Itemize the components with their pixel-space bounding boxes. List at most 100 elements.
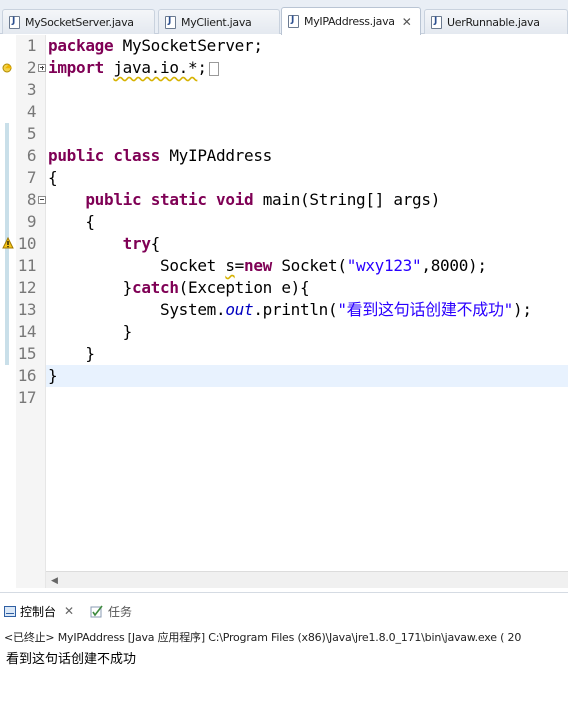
code-line[interactable] (46, 123, 568, 145)
java-file-icon (9, 15, 20, 29)
console-icon (4, 605, 16, 617)
code-line[interactable]: import java.io.*; (46, 57, 568, 79)
scroll-left-icon[interactable]: ◀ (51, 576, 58, 586)
code-token: ); (513, 300, 532, 319)
line-number: 6 (26, 146, 37, 165)
code-token: .println( (253, 300, 338, 319)
code-line[interactable]: Socket s=new Socket("wxy123",8000); (46, 255, 568, 277)
tab-tasks[interactable]: 任务 (90, 600, 132, 622)
line-number: 15 (17, 344, 37, 363)
line-number: 12 (17, 278, 37, 297)
keyword-token: class (113, 146, 161, 165)
code-line[interactable]: { (46, 211, 568, 233)
warning-lightbulb-icon[interactable] (2, 63, 14, 75)
line-number: 16 (17, 366, 37, 385)
code-line[interactable]: } (46, 365, 568, 387)
tab-label: 控制台 (20, 604, 57, 619)
code-token: MyIPAddress (160, 146, 273, 165)
keyword-token: new (244, 256, 273, 275)
code-line[interactable]: public static void main(String[] args) (46, 189, 568, 211)
code-line[interactable]: package MySocketServer; (46, 35, 568, 57)
code-token: { (150, 234, 161, 253)
line-number: 5 (26, 124, 37, 143)
line-number: 2 (26, 58, 37, 77)
code-token: System. (48, 300, 226, 319)
tab-uerrunnable-java[interactable]: UerRunnable.java (424, 9, 568, 34)
code-line[interactable]: }catch(Exception e){ (46, 277, 568, 299)
code-line[interactable]: public class MyIPAddress (46, 145, 568, 167)
java-file-icon (431, 15, 442, 29)
keyword-token: try (122, 234, 151, 253)
code-token: } (48, 366, 58, 385)
code-line[interactable]: } (46, 343, 568, 365)
code-token: (Exception e){ (178, 278, 310, 297)
code-token: Socket( (272, 256, 347, 275)
code-line[interactable]: System.out.println("看到这句话创建不成功"); (46, 299, 568, 321)
code-line[interactable]: try{ (46, 233, 568, 255)
line-number: 10 (17, 234, 37, 253)
code-token: { (48, 168, 58, 187)
folded-code-marker[interactable] (208, 61, 219, 76)
tab-console[interactable]: 控制台 ✕ (4, 600, 74, 622)
line-number-gutter: 1 2 3 4 5 6 7 8 9 10 11 12 13 14 15 16 17 (16, 35, 46, 588)
keyword-token: void (216, 190, 254, 209)
java-file-icon (165, 15, 176, 29)
code-line[interactable] (46, 101, 568, 123)
editor-tab-bar: MySocketServer.java MyClient.java MyIPAd… (0, 0, 568, 35)
collapse-fold-icon[interactable] (38, 196, 46, 204)
tab-label: 任务 (108, 604, 133, 619)
keyword-token: catch (132, 278, 179, 297)
code-token: } (48, 278, 133, 297)
code-token: Socket (48, 256, 226, 275)
string-token: "wxy123" (346, 256, 422, 275)
code-area[interactable]: package MySocketServer; import java.io.*;… (46, 35, 568, 565)
code-token: MySocketServer; (113, 36, 263, 55)
close-icon[interactable]: ✕ (64, 604, 74, 618)
code-token: s (225, 256, 235, 275)
code-line[interactable] (46, 79, 568, 101)
keyword-token: import (48, 58, 104, 77)
code-token: = (234, 256, 245, 275)
keyword-token: static (150, 190, 207, 209)
horizontal-scrollbar[interactable]: ◀ (46, 571, 568, 588)
code-token: java.io.* (113, 58, 198, 77)
tab-myclient-java[interactable]: MyClient.java (158, 9, 280, 34)
field-token: out (225, 300, 254, 319)
line-number: 1 (26, 36, 37, 55)
code-token: } (48, 344, 95, 363)
code-token: ; (197, 58, 207, 77)
tab-mysocketserver-java[interactable]: MySocketServer.java (2, 9, 155, 34)
tab-myipaddress-java[interactable]: MyIPAddress.java ✕ (281, 7, 421, 35)
console-view-tabs: 控制台 ✕ 任务 (0, 592, 568, 628)
code-token: } (48, 322, 133, 341)
code-editor[interactable]: 1 2 3 4 5 6 7 8 9 10 11 12 13 14 15 16 17 package MySock… (0, 35, 568, 588)
line-number: 14 (17, 322, 37, 341)
line-number: 3 (26, 80, 37, 99)
console-status: <已终止> MyIPAddress [Java 应用程序] C:\Program… (0, 628, 568, 648)
java-file-icon (288, 15, 299, 28)
warning-icon[interactable] (2, 236, 14, 249)
code-token: { (48, 212, 95, 231)
keyword-token: public (48, 146, 104, 165)
keyword-token: public (85, 190, 142, 209)
code-line[interactable]: } (46, 321, 568, 343)
close-icon[interactable]: ✕ (402, 15, 412, 29)
line-number: 4 (26, 102, 37, 121)
keyword-token: package (48, 36, 114, 55)
code-line[interactable] (46, 387, 568, 409)
tab-label: UerRunnable.java (447, 15, 540, 29)
code-token: main(String[] args) (253, 190, 441, 209)
code-line[interactable]: { (46, 167, 568, 189)
change-ruler (0, 35, 16, 588)
expand-fold-icon[interactable] (38, 64, 46, 72)
code-token: ,8000); (421, 256, 487, 275)
task-icon (90, 605, 104, 618)
line-number: 9 (26, 212, 37, 231)
line-number: 7 (26, 168, 37, 187)
